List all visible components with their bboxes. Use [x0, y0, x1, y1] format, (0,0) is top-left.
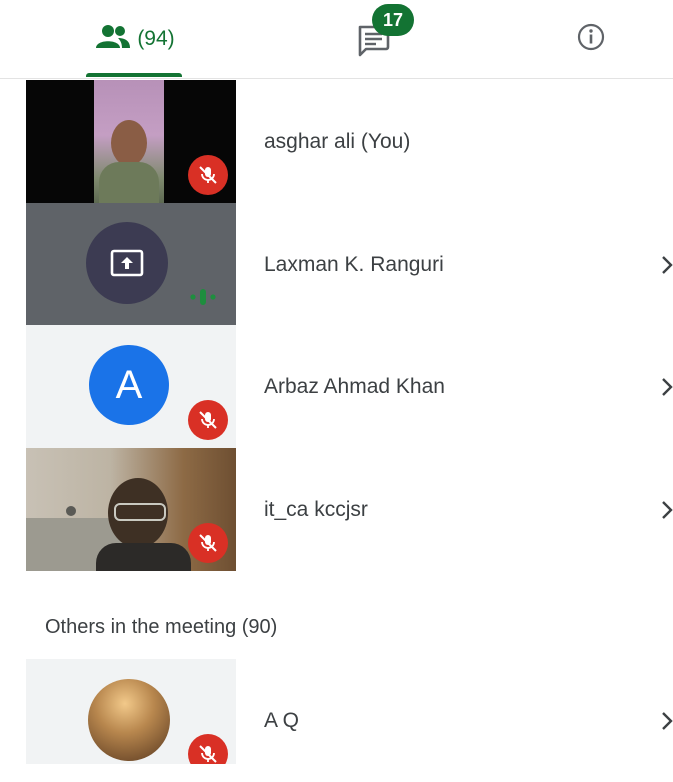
participant-name: it_ca kccjsr	[264, 497, 368, 521]
info-icon	[576, 22, 606, 57]
tab-bar: (94) 17	[0, 0, 673, 79]
active-tab-indicator	[86, 73, 182, 77]
avatar	[88, 679, 170, 761]
speaking-indicator-icon	[188, 285, 218, 314]
tab-info[interactable]	[560, 0, 622, 78]
participant-video	[94, 80, 164, 203]
participant-row[interactable]: A Q	[0, 659, 673, 764]
mic-off-icon	[188, 155, 228, 195]
participant-name: Arbaz Ahmad Khan	[264, 374, 445, 398]
avatar: A	[89, 345, 169, 425]
mic-off-icon	[188, 400, 228, 440]
participant-row[interactable]: Laxman K. Ranguri	[0, 203, 673, 326]
tab-people[interactable]: (94)	[70, 0, 200, 78]
participant-row[interactable]: A Arbaz Ahmad Khan	[0, 325, 673, 448]
participant-video-tile	[26, 448, 236, 571]
participant-video-tile	[26, 659, 236, 764]
mic-off-icon	[188, 734, 228, 764]
presenting-icon	[86, 222, 168, 304]
participant-row[interactable]: asghar ali (You)	[0, 80, 673, 203]
chevron-right-icon[interactable]	[660, 203, 673, 326]
chevron-right-icon[interactable]	[660, 325, 673, 448]
participant-video-tile	[26, 80, 236, 203]
chevron-right-icon[interactable]	[660, 448, 673, 571]
participant-row[interactable]: it_ca kccjsr	[0, 448, 673, 571]
participant-video-tile	[26, 203, 236, 326]
mic-off-icon	[188, 523, 228, 563]
people-count: (94)	[137, 27, 175, 50]
people-icon	[95, 24, 131, 55]
participant-name: Laxman K. Ranguri	[264, 252, 444, 276]
participant-name: asghar ali (You)	[264, 129, 411, 153]
chat-badge: 17	[372, 4, 414, 36]
others-section-title: Others in the meeting (90)	[45, 616, 278, 638]
participant-video-tile: A	[26, 325, 236, 448]
